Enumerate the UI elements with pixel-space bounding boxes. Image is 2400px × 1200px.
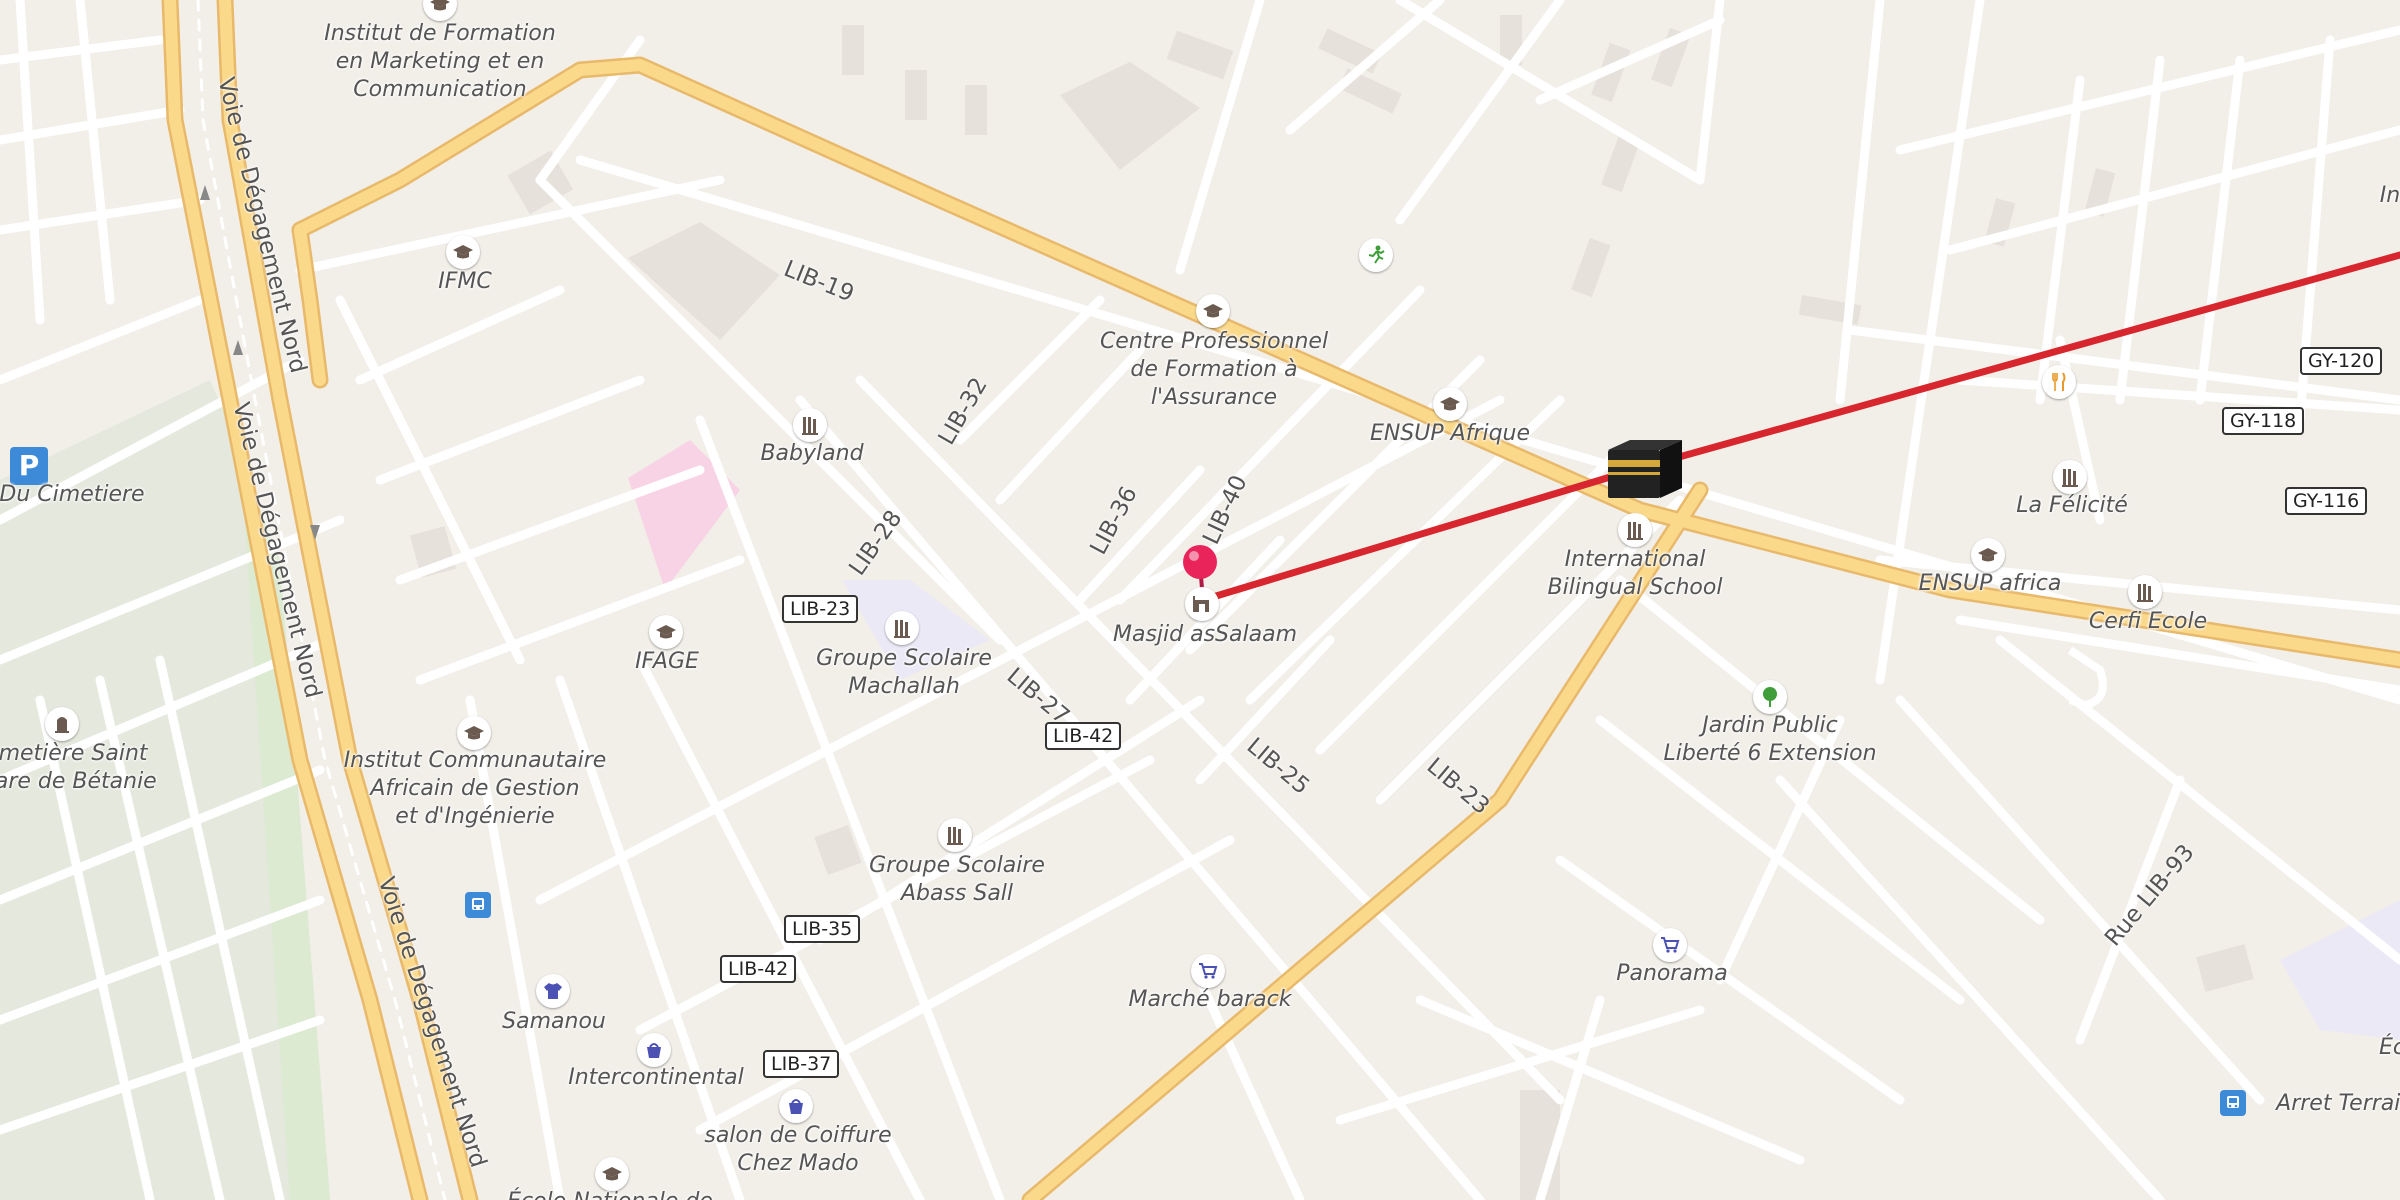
graduation-cap-icon[interactable] xyxy=(649,615,683,649)
place-label-marche: Marché barack xyxy=(1128,987,1292,1012)
graduation-cap-icon[interactable] xyxy=(457,716,491,750)
road-shield-lib37: LIB-37 xyxy=(763,1050,840,1078)
school-icon[interactable] xyxy=(938,818,972,852)
place-label-masjid: Masjid asSalaam xyxy=(1112,622,1298,647)
place-label-la-felicite: La Félicité xyxy=(2016,493,2128,518)
place-label-jardin: Jardin Public Liberté 6 Extension xyxy=(1663,713,1877,766)
graduation-cap-icon[interactable] xyxy=(1196,294,1230,328)
place-label-samanou: Samanou xyxy=(502,1009,606,1034)
graduation-cap-icon[interactable] xyxy=(1971,538,2005,572)
place-label-machallah: Groupe Scolaire Machallah xyxy=(816,646,992,699)
place-label-ecole-nat: École Nationale de xyxy=(507,1188,713,1200)
tshirt-icon[interactable] xyxy=(536,974,570,1008)
school-area-right xyxy=(2280,900,2400,1040)
place-label-centre-pro: Centre Professionnel de Formation à l'As… xyxy=(1099,329,1329,410)
graduation-cap-icon[interactable] xyxy=(595,1157,629,1191)
bus-stop-icon[interactable] xyxy=(465,892,491,918)
parking-icon[interactable]: P xyxy=(10,447,48,485)
place-label-cimetiere: imetière Saint zare de Bétanie xyxy=(0,741,157,794)
place-label-babyland: Babyland xyxy=(760,441,864,466)
road-shield-gy116: GY-116 xyxy=(2285,487,2368,515)
school-icon[interactable] xyxy=(1618,513,1652,547)
road-shield-lib42: LIB-42 xyxy=(720,955,797,983)
place-label-du-cimetiere: Du Cimetiere xyxy=(0,482,145,507)
place-label-intercontinental: Intercontinental xyxy=(568,1065,744,1090)
cemetery-icon[interactable] xyxy=(45,707,79,741)
place-label-ec: Éc xyxy=(2379,1035,2400,1060)
graduation-cap-icon[interactable] xyxy=(1433,387,1467,421)
school-icon[interactable] xyxy=(2053,460,2087,494)
place-label-institut-commu: Institut Communautaire Africain de Gesti… xyxy=(343,748,607,829)
shopping-bag-icon[interactable] xyxy=(637,1033,671,1067)
road-shield-lib35: LIB-35 xyxy=(784,915,861,943)
place-label-ensup-africa: ENSUP africa xyxy=(1918,571,2062,596)
bus-stop-icon[interactable] xyxy=(2220,1090,2246,1116)
park-tree-icon[interactable] xyxy=(1753,680,1787,714)
school-icon[interactable] xyxy=(885,611,919,645)
shopping-bag-icon[interactable] xyxy=(779,1089,813,1123)
place-label-ifmc: IFMC xyxy=(438,269,492,294)
road-shield-gy118: GY-118 xyxy=(2222,407,2305,435)
place-label-institut-marketing: Institut de Formation en Marketing et en… xyxy=(324,21,556,102)
shopping-cart-icon[interactable] xyxy=(1653,928,1687,962)
shopping-cart-icon[interactable] xyxy=(1191,954,1225,988)
map-canvas[interactable]: Voie de Dégagement Nord Voie de Dégageme… xyxy=(0,0,2400,1200)
place-label-ensup-afrique: ENSUP Afrique xyxy=(1369,421,1531,446)
place-label-salon: salon de Coiffure Chez Mado xyxy=(704,1123,892,1176)
place-label-panorama: Panorama xyxy=(1616,961,1728,986)
kaaba-marker-icon xyxy=(1608,440,1682,498)
school-icon[interactable] xyxy=(2128,575,2162,609)
place-label-abass: Groupe Scolaire Abass Sall xyxy=(869,853,1045,906)
road-shield-gy120: GY-120 xyxy=(2300,347,2383,375)
road-shield-lib23: LIB-23 xyxy=(782,595,859,623)
place-label-intl-school: International Bilingual School xyxy=(1547,547,1723,600)
place-label-arret: Arret Terrain I xyxy=(2276,1091,2400,1116)
place-label-ifage: IFAGE xyxy=(635,649,699,674)
place-label-cerfi: Cerfi Ecole xyxy=(2088,609,2208,634)
running-icon[interactable] xyxy=(1359,238,1393,272)
graduation-cap-icon[interactable] xyxy=(446,235,480,269)
restaurant-icon[interactable] xyxy=(2042,365,2076,399)
school-icon[interactable] xyxy=(793,408,827,442)
mosque-icon[interactable] xyxy=(1185,587,1219,621)
road-shield-lib42: LIB-42 xyxy=(1045,722,1122,750)
place-label-in: In xyxy=(2379,183,2400,208)
